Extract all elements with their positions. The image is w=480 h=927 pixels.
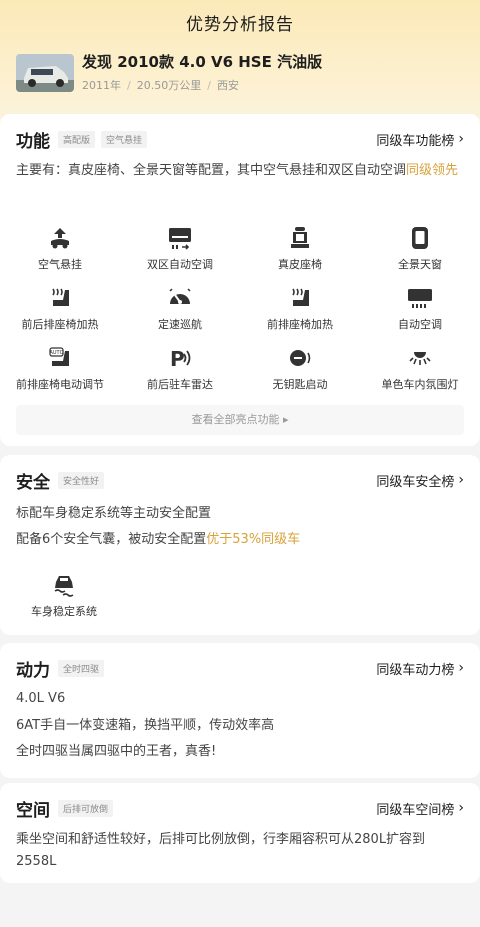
power-transmission: 6AT手自一体变速箱，换挡平顺，传动效率高 [16, 718, 275, 733]
cruise-control-icon [120, 284, 240, 312]
page-title: 优势分析报告 [186, 15, 294, 35]
space-card: 空间 后排可放倒 同级车空间榜 › 乘坐空间和舒适性较好，后排可比例放倒，行李厢… [0, 783, 480, 883]
car-year: 2011年 [82, 79, 121, 92]
power-drivetrain: 全时四驱当属四驱中的王者，真香! [16, 744, 217, 759]
keyless-start-icon [240, 344, 360, 372]
function-rank-label: 同级车功能榜 [376, 133, 455, 149]
chevron-right-icon: › [458, 472, 464, 488]
car-name: 发现 2010款 4.0 V6 HSE 汽油版 [82, 53, 323, 71]
feature-item[interactable]: 前排座椅加热 [240, 284, 360, 332]
function-desc-text: 主要有：真皮座椅、全景天窗等配置，其中空气悬挂和双区自动空调 [16, 163, 407, 178]
function-tag: 空气悬挂 [101, 130, 148, 148]
space-title: 空间 [16, 800, 50, 821]
feature-item[interactable]: 真皮座椅 [240, 224, 360, 272]
feature-label: 车身稳定系统 [31, 605, 97, 618]
feature-label: 前排座椅加热 [267, 318, 333, 331]
car-meta: 2011年 / 20.50万公里 / 西安 [82, 77, 239, 93]
feature-label: 前后排座椅加热 [21, 318, 99, 331]
stability-control-icon [4, 571, 124, 599]
feature-item[interactable]: 单色车内氛围灯 [360, 344, 480, 392]
air-suspension-icon [0, 224, 120, 252]
feature-item[interactable]: 前后排座椅加热 [0, 284, 120, 332]
feature-label: 单色车内氛围灯 [381, 378, 459, 391]
space-rank-link[interactable]: 同级车空间榜 › [376, 799, 464, 818]
feature-item[interactable]: 自动空调 [360, 284, 480, 332]
power-rank-label: 同级车动力榜 [376, 662, 455, 678]
view-all-features-button[interactable]: 查看全部亮点功能 ▸ [16, 405, 464, 435]
view-all-label: 查看全部亮点功能 [191, 413, 280, 426]
meta-separator: / [127, 79, 131, 92]
safety-tag: 安全性好 [58, 471, 105, 489]
chevron-right-icon: › [458, 660, 464, 676]
feature-label: 自动空调 [398, 318, 442, 331]
power-engine: 4.0L V6 [16, 691, 66, 706]
power-seat-icon: AUTO [0, 344, 120, 372]
function-rank-link[interactable]: 同级车功能榜 › [376, 130, 464, 149]
ambient-light-icon [360, 344, 480, 372]
feature-item[interactable]: P 前后驻车雷达 [120, 344, 240, 392]
power-tag: 全时四驱 [58, 659, 105, 677]
function-title: 功能 [16, 131, 50, 152]
svg-text:AUTO: AUTO [49, 350, 63, 356]
feature-item[interactable]: 车身稳定系统 [4, 571, 124, 619]
meta-separator: / [207, 79, 211, 92]
feature-item[interactable]: 空气悬挂 [0, 224, 120, 272]
car-city: 西安 [216, 79, 239, 92]
leather-seat-icon [240, 224, 360, 252]
feature-item[interactable]: 无钥匙启动 [240, 344, 360, 392]
safety-line-1: 标配车身稳定系统等主动安全配置 [16, 506, 212, 521]
safety-line-2: 配备6个安全气囊，被动安全配置优于53%同级车 [16, 529, 464, 551]
auto-ac-icon [360, 284, 480, 312]
car-mileage: 20.50万公里 [136, 79, 202, 92]
parking-radar-icon: P [120, 344, 240, 372]
feature-item[interactable]: 定速巡航 [120, 284, 240, 332]
feature-label: 全景天窗 [398, 258, 442, 271]
panoramic-sunroof-icon [360, 224, 480, 252]
safety-rank-label: 同级车安全榜 [376, 474, 455, 490]
power-title: 动力 [16, 660, 50, 681]
feature-item[interactable]: 全景天窗 [360, 224, 480, 272]
feature-label: 定速巡航 [158, 318, 202, 331]
feature-label: 无钥匙启动 [272, 378, 328, 391]
feature-label: 前后驻车雷达 [147, 378, 213, 391]
seat-heating-icon [0, 284, 120, 312]
feature-item[interactable]: AUTO 前排座椅电动调节 [0, 344, 120, 392]
feature-label: 前排座椅电动调节 [16, 378, 104, 391]
space-description: 乘坐空间和舒适性较好，后排可比例放倒，行李厢容积可从280L扩容到2558L [16, 832, 426, 869]
safety-line-2-highlight: 优于53%同级车 [206, 532, 301, 547]
power-rank-link[interactable]: 同级车动力榜 › [376, 659, 464, 678]
power-card: 动力 全时四驱 同级车动力榜 › 4.0L V6 6AT手自一体变速箱，换挡平顺… [0, 643, 480, 778]
function-card: 功能 高配版 空气悬挂 同级车功能榜 › 主要有：真皮座椅、全景天窗等配置，其中… [0, 114, 480, 446]
safety-rank-link[interactable]: 同级车安全榜 › [376, 471, 464, 490]
safety-title: 安全 [16, 472, 50, 493]
feature-label: 真皮座椅 [278, 258, 322, 271]
feature-label: 双区自动空调 [147, 258, 213, 271]
dual-zone-ac-icon [120, 224, 240, 252]
chevron-right-icon: › [458, 131, 464, 147]
seat-heating-icon [240, 284, 360, 312]
safety-line-2-text: 配备6个安全气囊，被动安全配置 [16, 532, 207, 547]
feature-label: 空气悬挂 [38, 258, 82, 271]
function-tag: 高配版 [58, 130, 96, 148]
svg-text:P: P [170, 347, 185, 370]
function-description: 主要有：真皮座椅、全景天窗等配置，其中空气悬挂和双区自动空调同级领先 [16, 160, 464, 182]
space-tag: 后排可放倒 [58, 799, 114, 817]
space-rank-label: 同级车空间榜 [376, 802, 455, 818]
car-thumbnail[interactable] [16, 54, 74, 92]
safety-card: 安全 安全性好 同级车安全榜 › 标配车身稳定系统等主动安全配置 配备6个安全气… [0, 455, 480, 635]
function-desc-highlight: 同级领先 [406, 163, 459, 178]
play-arrow-icon: ▸ [282, 413, 289, 426]
feature-item[interactable]: 双区自动空调 [120, 224, 240, 272]
chevron-right-icon: › [458, 800, 464, 816]
